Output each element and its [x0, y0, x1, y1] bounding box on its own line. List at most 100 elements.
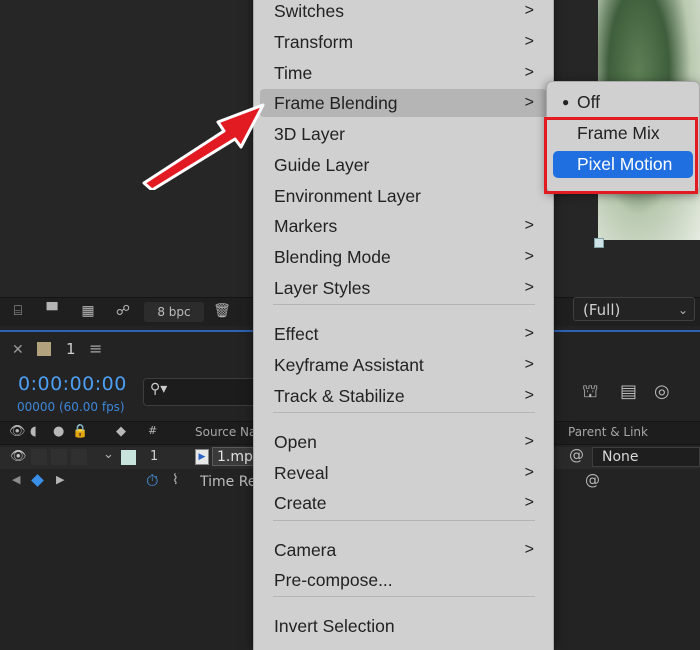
eye-icon[interactable]: 👁	[10, 449, 27, 464]
chevron-right-icon: >	[524, 217, 534, 234]
menu-item-camera[interactable]: Camera >	[260, 536, 547, 564]
menu-item-reveal[interactable]: Reveal >	[260, 459, 547, 487]
menu-item-label: Switches	[274, 1, 345, 21]
frame-blending-switch-icon[interactable]: ▤	[620, 381, 637, 402]
menu-item-3d-layer[interactable]: 3D Layer	[260, 120, 547, 148]
timecode-display[interactable]: 0:00:00:00	[18, 373, 127, 395]
comp-label-swatch	[37, 342, 51, 356]
solo-switch[interactable]	[51, 449, 67, 465]
parent-link-header[interactable]: Parent & Link	[568, 425, 648, 439]
menu-item-frame-blending[interactable]: Frame Blending >	[260, 89, 547, 117]
label-icon[interactable]: ◆	[116, 424, 126, 439]
expression-pickwhip-icon[interactable]: @	[585, 471, 600, 489]
pickwhip-icon[interactable]: @	[569, 446, 584, 464]
menu-item-label: Frame Blending	[274, 93, 398, 113]
audio-switch[interactable]	[31, 449, 47, 465]
menu-separator	[273, 520, 535, 521]
resolution-dropdown[interactable]: (Full) ⌄	[573, 297, 695, 321]
layer-label-color[interactable]	[121, 450, 136, 465]
menu-item-switches[interactable]: Switches >	[260, 0, 547, 25]
layer-number-header-icon: #	[148, 424, 158, 437]
chevron-right-icon: >	[524, 541, 534, 558]
chevron-right-icon: >	[524, 2, 534, 19]
search-icon: ⚲▾	[150, 381, 168, 397]
annotation-arrow	[142, 103, 265, 190]
speaker-icon[interactable]: ◖	[30, 424, 37, 439]
graph-icon[interactable]: ⌇	[172, 472, 179, 488]
menu-item-label: 3D Layer	[274, 124, 346, 144]
menu-item-create[interactable]: Create >	[260, 489, 547, 517]
close-icon[interactable]: ✕	[12, 342, 24, 358]
interpret-footage-icon[interactable]: ⌸	[8, 303, 28, 319]
lock-icon[interactable]: 🔒	[72, 424, 88, 439]
checkmark-bullet-icon: ●	[562, 95, 570, 109]
parent-dropdown[interactable]: None	[592, 447, 700, 467]
layer-number: 1	[150, 449, 159, 464]
menu-item-label: Time	[274, 63, 313, 83]
menu-item-pre-compose[interactable]: Pre-compose...	[260, 566, 547, 594]
lock-switch[interactable]	[71, 449, 87, 465]
chevron-right-icon: >	[524, 33, 534, 50]
menu-item-effect[interactable]: Effect >	[260, 320, 547, 348]
menu-item-label: Transform	[274, 32, 354, 52]
chevron-right-icon: >	[524, 325, 534, 342]
menu-item-label: Keyframe Assistant	[274, 355, 424, 375]
menu-separator	[273, 596, 535, 597]
bit-depth-button[interactable]: 8 bpc	[144, 302, 204, 322]
menu-item-open[interactable]: Open >	[260, 428, 547, 456]
menu-item-label: Markers	[274, 216, 338, 236]
comp-tab-label[interactable]: 1	[66, 340, 76, 358]
submenu-item-label: Off	[577, 92, 601, 112]
menu-item-layer-styles[interactable]: Layer Styles >	[260, 274, 547, 302]
menu-item-label: Guide Layer	[274, 155, 370, 175]
flowchart-icon[interactable]: ☍	[113, 303, 133, 319]
menu-item-blending-mode[interactable]: Blending Mode >	[260, 243, 547, 271]
next-keyframe-icon[interactable]: ▶	[56, 473, 64, 486]
resolution-value: (Full)	[583, 301, 621, 319]
menu-item-label: Pre-compose...	[274, 570, 393, 590]
draft-3d-icon[interactable]: ⛫	[582, 381, 599, 405]
menu-item-label: Track & Stabilize	[274, 386, 405, 406]
chevron-right-icon: >	[524, 494, 534, 511]
menu-item-guide-layer[interactable]: Guide Layer	[260, 151, 547, 179]
menu-item-environment-layer[interactable]: Environment Layer	[260, 182, 547, 210]
chevron-right-icon: >	[524, 64, 534, 81]
trash-icon[interactable]: 🗑	[212, 303, 232, 319]
source-name-header[interactable]: Source Na	[195, 425, 256, 439]
menu-item-label: Effect	[274, 324, 319, 344]
new-composition-icon[interactable]: ▦	[78, 303, 98, 319]
stopwatch-icon[interactable]: ⏱	[146, 471, 158, 491]
eye-icon[interactable]: 👁	[9, 424, 26, 439]
chevron-right-icon: >	[524, 464, 534, 481]
menu-item-label: Open	[274, 432, 317, 452]
solo-icon[interactable]: ●	[53, 424, 64, 439]
menu-item-label: Environment Layer	[274, 186, 421, 206]
folder-icon[interactable]: ▀	[42, 303, 62, 319]
menu-item-label: Invert Selection	[274, 616, 395, 636]
chevron-right-icon: >	[524, 387, 534, 404]
chevron-right-icon: >	[524, 279, 534, 296]
menu-separator	[273, 412, 535, 413]
menu-item-label: Create	[274, 493, 327, 513]
chevron-right-icon: >	[524, 248, 534, 265]
menu-item-time[interactable]: Time >	[260, 59, 547, 87]
menu-item-invert-selection[interactable]: Invert Selection	[260, 612, 547, 640]
menu-item-track-and-stabilize[interactable]: Track & Stabilize >	[260, 382, 547, 410]
submenu-item-off[interactable]: ● Off	[553, 89, 693, 116]
menu-item-label: Camera	[274, 540, 337, 560]
motion-blur-switch-icon[interactable]: ◎	[654, 381, 670, 402]
transform-handle[interactable]	[594, 238, 604, 248]
menu-item-keyframe-assistant[interactable]: Keyframe Assistant >	[260, 351, 547, 379]
chevron-down-icon[interactable]: ⌄	[103, 447, 114, 462]
menu-item-transform[interactable]: Transform >	[260, 28, 547, 56]
chevron-right-icon: >	[524, 94, 534, 111]
hamburger-icon[interactable]: ≡	[89, 339, 102, 358]
menu-item-markers[interactable]: Markers >	[260, 212, 547, 240]
annotation-highlight-box	[544, 117, 698, 194]
chevron-right-icon: >	[524, 356, 534, 373]
menu-item-label: Reveal	[274, 463, 329, 483]
menu-item-label: Layer Styles	[274, 278, 371, 298]
property-name[interactable]: Time Re	[200, 474, 256, 490]
menu-item-label: Blending Mode	[274, 247, 391, 267]
previous-keyframe-icon[interactable]: ◀	[12, 473, 20, 486]
